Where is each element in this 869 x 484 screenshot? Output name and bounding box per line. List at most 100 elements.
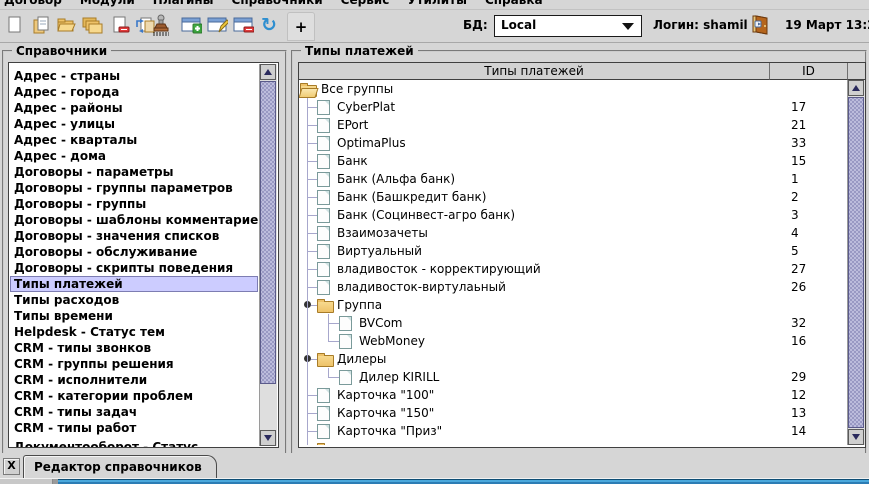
tree-row[interactable]: Банк (Альфа банк) 1 xyxy=(299,170,846,188)
tree-row[interactable]: Банк 15 xyxy=(299,152,846,170)
list-item[interactable]: Helpdesk - Статус тем xyxy=(10,324,258,340)
list-item[interactable]: Типы расходов xyxy=(10,292,258,308)
menu-0[interactable]: Договор xyxy=(4,0,62,7)
directories-scrollbar[interactable] xyxy=(259,64,277,446)
document-icon xyxy=(317,190,330,205)
copy-document-button[interactable] xyxy=(29,13,51,37)
menu-2[interactable]: Плагины xyxy=(153,0,214,7)
list-item[interactable]: Адрес - города xyxy=(10,84,258,100)
menu-3[interactable]: Справочники xyxy=(232,0,323,7)
tree-row[interactable]: Банк (Социнвест-агро банк) 3 xyxy=(299,206,846,224)
open-folder-button[interactable] xyxy=(55,13,77,37)
node-label: Карточка "100" xyxy=(337,388,434,402)
tree-line xyxy=(307,413,317,414)
scroll-up-button[interactable] xyxy=(260,64,276,80)
new-document-button[interactable] xyxy=(3,13,25,37)
list-item[interactable]: CRM - типы работ xyxy=(10,420,258,436)
list-item[interactable]: Адрес - страны xyxy=(10,68,258,84)
menu-5[interactable]: Утилиты xyxy=(407,0,467,7)
node-label: Карточка "150" xyxy=(337,406,434,420)
node-label: Карточка "Приз" xyxy=(337,424,442,438)
list-item-partial[interactable]: Документооборот - Статус xyxy=(10,436,258,448)
node-label: Дилеры xyxy=(337,352,386,366)
column-header-name[interactable]: Типы платежей xyxy=(299,63,770,80)
window-add-button[interactable] xyxy=(180,13,202,37)
node-label: OptimaPlus xyxy=(337,136,406,150)
tree-branch-line xyxy=(328,368,329,377)
folder-stack-button[interactable] xyxy=(81,13,103,37)
list-item[interactable]: Адрес - дома xyxy=(10,148,258,164)
door-exit-icon[interactable] xyxy=(750,14,770,39)
add-tab-button[interactable]: + xyxy=(287,12,315,41)
node-label: Банк xyxy=(337,154,368,168)
menu-6[interactable]: Справка xyxy=(485,0,543,7)
list-item[interactable]: CRM - типы звонков xyxy=(10,340,258,356)
tree-row[interactable]: владивосток-виртулаьный 26 xyxy=(299,278,846,296)
db-select[interactable]: Local xyxy=(494,15,642,37)
list-item[interactable]: Адрес - улицы xyxy=(10,116,258,132)
column-header-id[interactable]: ID xyxy=(770,63,848,80)
delete-document-button[interactable] xyxy=(109,13,131,37)
list-item[interactable]: Адрес - кварталы xyxy=(10,132,258,148)
tree-row[interactable]: Все группы xyxy=(299,80,846,98)
tab-directory-editor[interactable]: Редактор справочников xyxy=(23,455,217,480)
scrollbar-thumb[interactable] xyxy=(848,97,864,428)
tree-line xyxy=(307,143,317,144)
node-id: 32 xyxy=(791,316,806,330)
scroll-down-button[interactable] xyxy=(848,429,864,445)
tree-row[interactable]: Дилер KIRILL 29 xyxy=(299,368,846,386)
list-item[interactable]: Типы времени xyxy=(10,308,258,324)
tree-branch-line xyxy=(328,314,329,341)
node-id: 33 xyxy=(791,136,806,150)
document-icon xyxy=(339,334,352,349)
close-tab-button[interactable]: X xyxy=(3,458,20,475)
tree-row[interactable]: WebMoney 16 xyxy=(299,332,846,350)
list-item[interactable]: CRM - типы задач xyxy=(10,404,258,420)
list-item[interactable]: Договоры - скрипты поведения xyxy=(10,260,258,276)
node-id: 13 xyxy=(791,406,806,420)
node-label: Банк (Альфа банк) xyxy=(337,172,455,186)
tree-row[interactable] xyxy=(299,440,846,445)
tree-row[interactable]: Карточка "100" 12 xyxy=(299,386,846,404)
list-item[interactable]: CRM - исполнители xyxy=(10,372,258,388)
tree-row[interactable]: Группа xyxy=(299,296,846,314)
tree-row[interactable]: Взаимозачеты 4 xyxy=(299,224,846,242)
list-item[interactable]: CRM - категории проблем xyxy=(10,388,258,404)
list-item[interactable]: Договоры - группы xyxy=(10,196,258,212)
list-item[interactable]: CRM - группы решения xyxy=(10,356,258,372)
stamp-button[interactable] xyxy=(150,13,172,37)
tree-row[interactable]: Карточка "150" 13 xyxy=(299,404,846,422)
window-delete-button[interactable] xyxy=(232,13,254,37)
scroll-up-button[interactable] xyxy=(848,80,864,96)
node-id: 2 xyxy=(791,190,799,204)
list-item[interactable]: Адрес - районы xyxy=(10,100,258,116)
list-item[interactable]: Договоры - обслуживание xyxy=(10,244,258,260)
payment-types-scrollbar[interactable] xyxy=(847,80,865,445)
tree-row[interactable]: Дилеры xyxy=(299,350,846,368)
datetime-label: 19 Март 13:2 xyxy=(785,18,869,32)
bottom-strip-blue xyxy=(58,479,869,484)
node-id: 26 xyxy=(791,280,806,294)
tree-row[interactable]: CyberPlat 17 xyxy=(299,98,846,116)
tree-line xyxy=(307,161,317,162)
list-item[interactable]: Договоры - значения списков xyxy=(10,228,258,244)
tree-row[interactable]: Карточка "Приз" 14 xyxy=(299,422,846,440)
tree-row[interactable]: Банк (Башкредит банк) 2 xyxy=(299,188,846,206)
document-icon xyxy=(317,424,330,439)
list-item[interactable]: Договоры - группы параметров xyxy=(10,180,258,196)
window-edit-button[interactable] xyxy=(206,13,228,37)
tree-row[interactable]: BVCom 32 xyxy=(299,314,846,332)
tree-line xyxy=(307,107,317,108)
tree-row[interactable]: Виртуальный 5 xyxy=(299,242,846,260)
tree-row[interactable]: OptimaPlus 33 xyxy=(299,134,846,152)
tree-row[interactable]: владивосток - корректирующий 27 xyxy=(299,260,846,278)
list-item[interactable]: Договоры - шаблоны комментариев xyxy=(10,212,258,228)
tree-row[interactable]: EPort 21 xyxy=(299,116,846,134)
refresh-button[interactable]: ↻ xyxy=(258,13,280,37)
list-item[interactable]: Типы платежей xyxy=(10,276,258,292)
scroll-down-button[interactable] xyxy=(260,430,276,446)
scrollbar-thumb[interactable] xyxy=(260,81,276,384)
menu-1[interactable]: Модули xyxy=(80,0,135,7)
list-item[interactable]: Договоры - параметры xyxy=(10,164,258,180)
menu-4[interactable]: Сервис xyxy=(341,0,390,7)
